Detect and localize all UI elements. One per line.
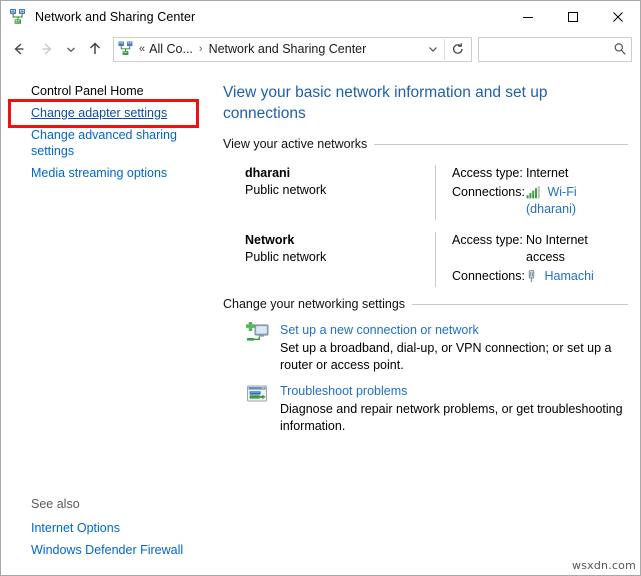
address-bar-network-icon [118,41,134,57]
up-button[interactable] [81,35,109,63]
access-type-value: Internet [526,165,568,182]
network-details: Access type: No Internet access Connecti… [452,232,628,287]
task-icon-wrapper [245,382,275,435]
task-description: Diagnose and repair network problems, or… [280,401,628,435]
access-type-line: Access type: No Internet access [452,232,628,266]
navigation-bar: « All Co... › Network and Sharing Center [1,32,640,66]
breadcrumb-separator-icon[interactable]: › [194,43,208,55]
forward-button[interactable] [33,35,61,63]
access-type-line: Access type: Internet [452,165,628,182]
see-also-label: See also [1,494,212,517]
troubleshoot-icon [245,383,271,409]
connection-entry: Hamachi [526,268,594,285]
connections-line: Connections: Hamachi [452,268,628,285]
sidebar-item-media-streaming-options[interactable]: Media streaming options [1,162,212,184]
networking-settings-heading-label: Change your networking settings [223,297,405,311]
page-title: View your basic network information and … [223,82,558,124]
new-connection-icon [245,322,271,348]
search-button[interactable] [609,39,631,60]
link-set-up-new-connection[interactable]: Set up a new connection or network [280,321,479,339]
refresh-button[interactable] [444,39,471,60]
active-networks-heading-label: View your active networks [223,137,367,151]
connection-entry: Wi-Fi (dharani) [526,184,628,218]
network-profile-type: Public network [245,249,435,266]
main-panel: View your basic network information and … [212,66,640,575]
access-type-label: Access type: [452,232,526,266]
network-name: Network [245,232,435,249]
window-controls [505,1,640,32]
breadcrumb-overflow[interactable]: « [138,43,148,55]
connections-label: Connections: [452,184,526,218]
sidebar-item-change-adapter-settings[interactable]: Change adapter settings [1,102,212,124]
forward-arrow-icon [38,40,56,58]
access-type-label: Access type: [452,165,526,182]
see-also-item-windows-defender-firewall[interactable]: Windows Defender Firewall [1,539,212,561]
task-set-up-new-connection[interactable]: Set up a new connection or network Set u… [223,313,628,374]
task-troubleshoot-problems[interactable]: Troubleshoot problems Diagnose and repai… [223,374,628,435]
heading-rule [374,144,628,145]
sidebar-item-control-panel-home[interactable]: Control Panel Home [1,80,212,102]
breadcrumb-item-network-sharing-center[interactable]: Network and Sharing Center [208,42,368,56]
maximize-icon [567,11,579,23]
watermark: wsxdn.com [572,559,636,572]
network-sharing-center-window: Network and Sharing Center [0,0,641,576]
search-icon [613,42,627,56]
task-icon-wrapper [245,321,275,374]
recent-locations-button[interactable] [61,35,81,63]
chevron-down-icon [427,43,439,55]
active-network-row: dharani Public network Access type: Inte… [223,153,628,220]
network-identity: Network Public network [223,232,435,287]
task-description: Set up a broadband, dial-up, or VPN conn… [280,340,628,374]
access-type-value: No Internet access [526,232,616,266]
search-input[interactable] [479,41,609,57]
window-title: Network and Sharing Center [35,10,195,24]
active-network-row: Network Public network Access type: No I… [223,220,628,287]
active-networks-heading: View your active networks [223,137,628,151]
network-adapter-icon [526,270,537,283]
minimize-icon [522,11,534,23]
network-divider [435,232,436,287]
refresh-icon [451,42,465,56]
see-also-section: See also Internet Options Windows Defend… [1,494,212,575]
connection-link-hamachi[interactable]: Hamachi [544,269,593,283]
network-sharing-center-icon [9,8,27,26]
minimize-button[interactable] [505,1,550,32]
back-button[interactable] [5,35,33,63]
link-troubleshoot-problems[interactable]: Troubleshoot problems [280,382,407,400]
up-arrow-icon [86,40,104,58]
address-bar[interactable]: « All Co... › Network and Sharing Center [113,37,472,62]
task-body: Set up a new connection or network Set u… [275,321,628,374]
address-dropdown-button[interactable] [422,39,444,60]
network-identity: dharani Public network [223,165,435,220]
task-body: Troubleshoot problems Diagnose and repai… [275,382,628,435]
network-details: Access type: Internet Connections: [452,165,628,220]
chevron-down-icon [64,42,78,56]
networking-settings-heading: Change your networking settings [223,297,628,311]
network-name: dharani [245,165,435,182]
sidebar-item-change-advanced-sharing-settings[interactable]: Change advanced sharing settings [1,124,212,162]
breadcrumb-item-all-control-panel[interactable]: All Co... [148,42,194,56]
connections-line: Connections: Wi-Fi (dharani) [452,184,628,218]
network-divider [435,165,436,220]
connections-label: Connections: [452,268,526,285]
sidebar: Control Panel Home Change adapter settin… [1,66,212,575]
content-area: Control Panel Home Change adapter settin… [1,66,640,575]
title-bar: Network and Sharing Center [1,1,640,32]
maximize-button[interactable] [550,1,595,32]
network-profile-type: Public network [245,182,435,199]
close-icon [612,11,624,23]
back-arrow-icon [10,40,28,58]
search-box[interactable] [478,37,632,62]
close-button[interactable] [595,1,640,32]
wifi-signal-icon [526,186,540,199]
heading-rule [412,304,628,305]
see-also-item-internet-options[interactable]: Internet Options [1,517,212,539]
